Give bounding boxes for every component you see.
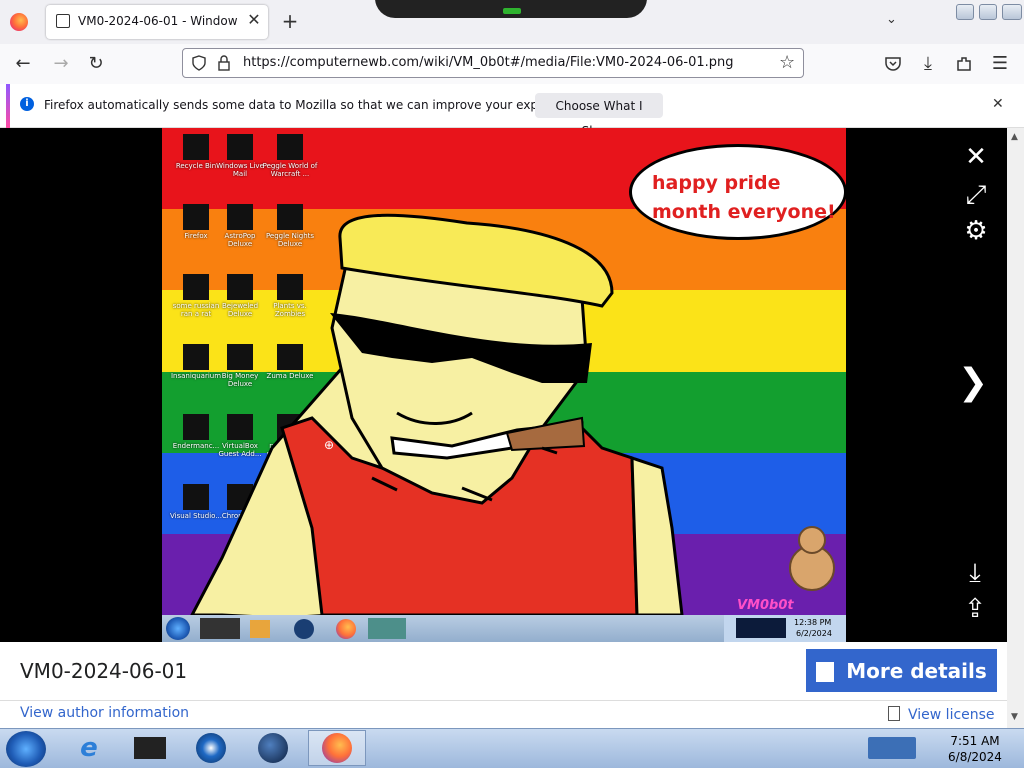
vm-taskbar-app-icon: [368, 618, 406, 639]
pocket-icon[interactable]: [884, 55, 902, 73]
firefox-view-icon[interactable]: [10, 13, 28, 31]
vm-tray-icons: [736, 618, 786, 638]
media-caption-bar: VM0-2024-06-01 More details: [0, 642, 1007, 700]
data-collection-notification: i Firefox automatically sends some data …: [0, 84, 1024, 138]
vm-start-orb-icon: [166, 617, 190, 640]
close-window-icon[interactable]: [1002, 4, 1022, 20]
details-list-icon: [816, 662, 835, 682]
internet-explorer-icon[interactable]: e: [72, 733, 106, 763]
vm-taskbar-app-icon: [200, 618, 240, 639]
vm-clock-date: 6/2/2024: [796, 629, 832, 638]
tab-close-icon[interactable]: ✕: [244, 10, 264, 30]
viewer-expand-icon[interactable]: ⤢: [961, 180, 991, 211]
info-icon: i: [20, 97, 34, 111]
virtualbox-app-icon[interactable]: [134, 737, 166, 759]
reload-button[interactable]: ↻: [85, 53, 107, 75]
vm-media-player-icon: [250, 620, 270, 638]
navigation-toolbar: ← → ↻ https://computernewb.com/wiki/VM_0…: [0, 44, 1024, 84]
list-all-tabs-icon[interactable]: ⌄: [886, 12, 897, 27]
menu-hamburger-icon[interactable]: ☰: [989, 53, 1011, 75]
vm-screenshot-image: Recycle Bin Windows Live Mail Peggle World…: [162, 128, 846, 642]
page-scrollbar[interactable]: ▲ ▼: [1007, 128, 1024, 728]
new-tab-button[interactable]: +: [280, 11, 300, 31]
forward-button[interactable]: →: [50, 53, 72, 75]
vm-clock-time: 12:38 PM: [794, 618, 832, 627]
viewer-close-icon[interactable]: ✕: [961, 142, 991, 172]
tab-active[interactable]: VM0-2024-06-01 - Windows 7 S ✕: [46, 5, 268, 39]
lock-icon[interactable]: [217, 55, 231, 71]
choose-what-i-share-button[interactable]: Choose What I Share: [535, 93, 663, 138]
back-button[interactable]: ←: [12, 53, 34, 75]
viewer-settings-icon[interactable]: ⚙: [961, 216, 991, 246]
start-button[interactable]: [6, 731, 46, 767]
tab-strip: VM0-2024-06-01 - Windows 7 S ✕ + ⌄: [0, 0, 1024, 44]
notification-accent: [6, 84, 10, 128]
system-tray-icons[interactable]: [868, 737, 916, 759]
clock-time: 7:51 AM: [950, 734, 1000, 748]
taskbar-clock[interactable]: 7:51 AM 6/8/2024: [940, 733, 1010, 765]
license-icon: [888, 706, 900, 721]
viewer-next-icon[interactable]: ❯: [958, 362, 988, 403]
url-text[interactable]: https://computernewb.com/wiki/VM_0b0t#/m…: [243, 55, 734, 70]
firefox-icon: [322, 733, 352, 763]
media-footer: View author information View license: [0, 700, 1007, 728]
globe-app-icon[interactable]: [258, 733, 288, 763]
view-license-link[interactable]: View license: [888, 706, 995, 723]
notification-text: Firefox automatically sends some data to…: [44, 98, 587, 112]
viewer-download-icon[interactable]: ⤓: [960, 558, 990, 589]
downloads-icon[interactable]: ⤓: [917, 53, 939, 75]
vm-watermark: VM0b0t: [737, 598, 794, 613]
vm-globe-icon: [294, 619, 314, 639]
view-author-link[interactable]: View author information: [20, 705, 189, 721]
extensions-icon[interactable]: [955, 55, 973, 73]
vm-taskbar: 12:38 PM 6/2/2024: [162, 615, 846, 642]
scroll-down-icon[interactable]: ▼: [1011, 712, 1018, 722]
media-player-icon[interactable]: [196, 733, 226, 763]
restore-window-icon[interactable]: [979, 4, 997, 20]
scroll-up-icon[interactable]: ▲: [1011, 132, 1018, 142]
vm-firefox-icon: [336, 619, 356, 639]
view-license-label: View license: [908, 707, 995, 723]
notification-close-icon[interactable]: ✕: [992, 96, 1004, 112]
windows-taskbar: e 7:51 AM 6/8/2024: [0, 728, 1024, 768]
minimize-window-icon[interactable]: [956, 4, 974, 20]
mouse-cursor-icon: ⊕: [324, 438, 335, 452]
notch-led-icon: [503, 8, 521, 14]
tab-title: VM0-2024-06-01 - Windows 7 S: [78, 14, 238, 28]
more-details-label: More details: [846, 658, 987, 683]
firefox-taskbar-button[interactable]: [308, 730, 366, 766]
file-title: VM0-2024-06-01: [20, 659, 188, 683]
tracking-protection-shield-icon[interactable]: [191, 55, 207, 71]
speech-bubble: happy pride month everyone!: [629, 144, 846, 240]
viewer-share-icon[interactable]: ⇪: [960, 594, 990, 624]
clock-date: 6/8/2024: [948, 750, 1002, 764]
speech-bubble-text: happy pride month everyone!: [652, 172, 836, 223]
page-favicon-icon: [56, 14, 70, 28]
address-bar[interactable]: https://computernewb.com/wiki/VM_0b0t#/m…: [182, 48, 804, 78]
vm-tray: 12:38 PM 6/2/2024: [724, 615, 846, 642]
bookmark-star-icon[interactable]: ☆: [779, 52, 795, 73]
more-details-button[interactable]: More details: [806, 649, 997, 692]
media-viewer: Recycle Bin Windows Live Mail Peggle World…: [0, 128, 1007, 642]
